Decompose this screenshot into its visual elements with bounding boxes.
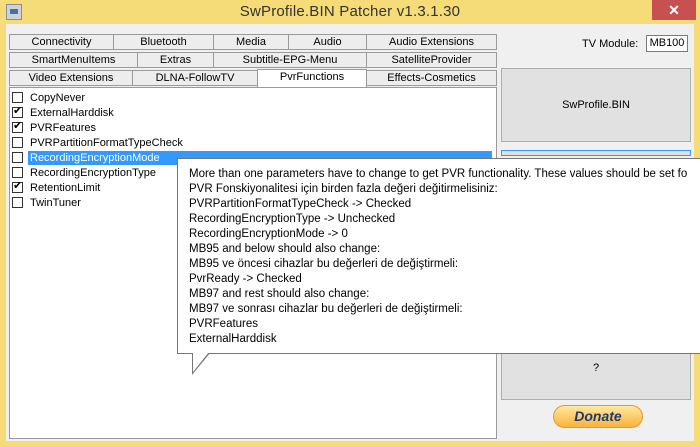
tooltip-line: PVRFeatures [189, 318, 259, 330]
option-label: TwinTuner [30, 196, 81, 209]
tooltip-line: PvrReady -> Checked [189, 273, 302, 285]
tooltip-line: MB97 ve sonrası cihazlar bu değerleri de… [189, 303, 463, 315]
option-externalharddisk[interactable]: ExternalHarddisk [12, 105, 496, 120]
tooltip-line: MB95 and below should also change: [189, 243, 381, 255]
swprofile-button[interactable]: SwProfile.BIN [501, 68, 691, 142]
tab-satelliteprovider[interactable]: SatelliteProvider [366, 52, 497, 68]
tooltip-line: More than one parameters have to change … [189, 168, 688, 180]
tab-connectivity[interactable]: Connectivity [9, 34, 114, 50]
tooltip-line: PVRPartitionFormatTypeCheck -> Checked [189, 198, 412, 210]
option-checkbox[interactable] [12, 197, 23, 208]
tooltip: More than one parameters have to change … [177, 158, 700, 354]
tooltip-line: RecordingEncryptionMode -> 0 [189, 228, 348, 240]
option-label: PVRFeatures [30, 121, 97, 134]
option-label: RetentionLimit [30, 181, 101, 194]
tooltip-line: MB97 and rest should also change: [189, 288, 370, 300]
tab-subtitle-epg-menu[interactable]: Subtitle-EPG-Menu [213, 52, 367, 68]
tab-effects-cosmetics[interactable]: Effects-Cosmetics [366, 70, 497, 86]
tab-extras[interactable]: Extras [137, 52, 214, 68]
tooltip-line: MB95 ve öncesi cihazlar bu değerleri de … [189, 258, 459, 270]
option-checkbox[interactable] [12, 120, 23, 133]
option-checkbox[interactable] [12, 92, 23, 103]
option-pvrpartitionformattypecheck[interactable]: PVRPartitionFormatTypeCheck [12, 135, 496, 150]
title-bar: SwProfile.BIN Patcher v1.3.1.30 ✕ [0, 0, 700, 24]
tooltip-line: PVR Fonskiyonalitesi için birden fazla d… [189, 183, 498, 195]
donate-button[interactable]: Donate [553, 405, 643, 428]
tab-media[interactable]: Media [213, 34, 289, 50]
tv-module-label: TV Module: [582, 38, 639, 50]
option-label: CopyNever [30, 91, 86, 104]
tooltip-line: RecordingEncryptionType -> Unchecked [189, 213, 396, 225]
focused-button[interactable] [501, 150, 691, 156]
option-pvrfeatures[interactable]: PVRFeatures [12, 120, 496, 135]
option-label: PVRPartitionFormatTypeCheck [30, 136, 183, 149]
option-checkbox[interactable] [12, 180, 23, 193]
option-checkbox[interactable] [12, 137, 23, 148]
tab-smartmenuitems[interactable]: SmartMenuItems [9, 52, 138, 68]
window-title: SwProfile.BIN Patcher v1.3.1.30 [239, 3, 461, 20]
tab-pvrfunctions[interactable]: PvrFunctions [257, 69, 367, 87]
tab-bluetooth[interactable]: Bluetooth [113, 34, 214, 50]
option-label: RecordingEncryptionType [30, 166, 156, 179]
tooltip-tail-fill [193, 352, 209, 372]
tab-dlna-followtv[interactable]: DLNA-FollowTV [132, 70, 258, 86]
tooltip-line: ExternalHarddisk [189, 333, 277, 345]
option-checkbox[interactable] [12, 167, 23, 178]
tab-audio-extensions[interactable]: Audio Extensions [366, 34, 497, 50]
option-checkbox[interactable] [12, 152, 23, 163]
option-copynever[interactable]: CopyNever [12, 90, 496, 105]
tab-video-extensions[interactable]: Video Extensions [9, 70, 133, 86]
tv-module-field[interactable]: MB100 [646, 35, 688, 52]
tab-audio[interactable]: Audio [288, 34, 367, 50]
option-label: ExternalHarddisk [30, 106, 114, 119]
option-checkbox[interactable] [12, 105, 23, 118]
close-button[interactable]: ✕ [652, 0, 696, 20]
